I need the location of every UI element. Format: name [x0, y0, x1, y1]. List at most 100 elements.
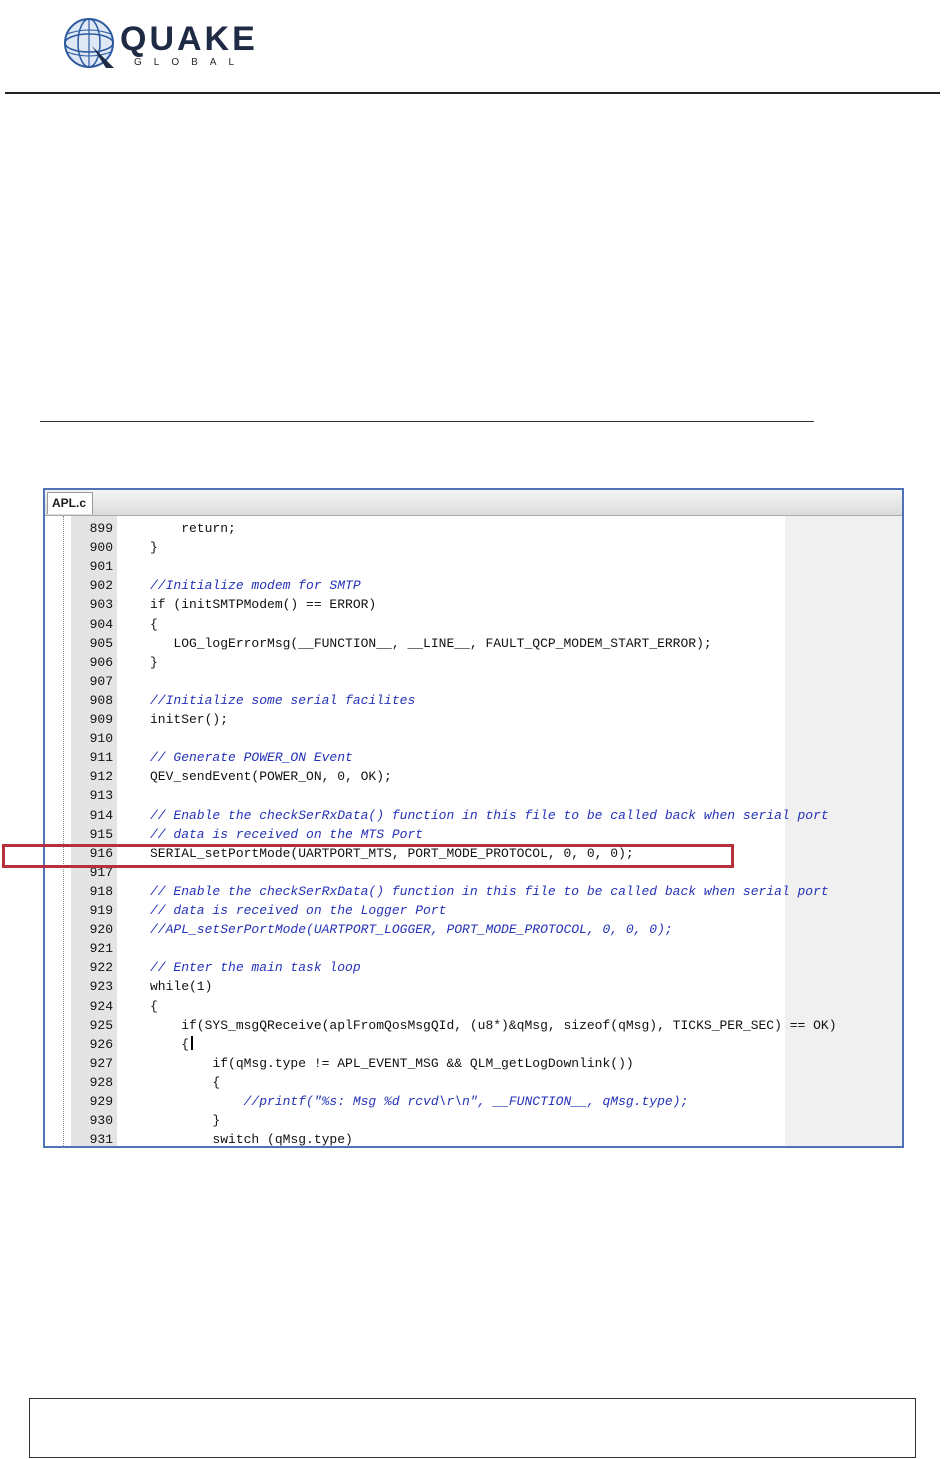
line-number: 907	[89, 673, 113, 689]
section-divider	[40, 421, 814, 422]
code-text: {	[150, 1035, 194, 1054]
tab-apl-c[interactable]: APL.c	[47, 492, 93, 514]
line-number: 922	[89, 960, 113, 976]
code-text: //printf("%s: Msg %d rcvd\r\n", __FUNCTI…	[150, 1094, 689, 1109]
line-number: 910	[89, 731, 113, 747]
line-number: 913	[89, 788, 113, 804]
code-area[interactable]: 899 return; 900} 901 902//Initialize modem …	[45, 516, 902, 1148]
editor-tab-bar: APL.c	[45, 490, 902, 516]
code-text: // data is received on the Logger Port	[150, 903, 447, 918]
line-number: 928	[89, 1074, 113, 1090]
code-text: // Enable the checkSerRxData() function …	[150, 807, 829, 823]
code-text: // Enable the checkSerRxData() function …	[150, 883, 829, 899]
line-number: 912	[89, 769, 113, 785]
code-text: // Generate POWER_ON Event	[150, 750, 353, 766]
code-line: 931 switch (qMsg.type)	[45, 1130, 902, 1148]
code-line: 908 //Initialize some serial facilites	[45, 691, 902, 710]
line-number: 904	[89, 616, 113, 632]
code-text: {	[150, 1074, 221, 1090]
line-number: 905	[89, 635, 113, 651]
code-line: 899 return;	[45, 519, 902, 538]
line-number: 909	[89, 712, 113, 727]
line-number: 929	[89, 1094, 113, 1109]
code-text: if(qMsg.type != APL_EVENT_MSG && QLM_get…	[150, 1055, 634, 1071]
line-number: 919	[89, 903, 113, 918]
line-number: 902	[89, 578, 113, 594]
code-text: QEV_sendEvent(POWER_ON, 0, OK);	[150, 769, 392, 785]
line-number: 923	[89, 979, 113, 995]
code-line: 925 if(SYS_msgQReceive(aplFromQosMsgQId,…	[45, 1016, 902, 1035]
line-number: 918	[89, 883, 113, 899]
code-line: 930 }	[45, 1111, 902, 1130]
text-cursor	[191, 1035, 194, 1050]
code-line: 915 // data is received on the MTS Port	[45, 825, 902, 844]
header-divider	[5, 92, 940, 94]
brand-name: QUAKE	[120, 20, 258, 58]
line-number: 911	[89, 750, 113, 766]
code-line: 927 if(qMsg.type != APL_EVENT_MSG && QLM…	[45, 1054, 902, 1073]
line-number: 924	[89, 998, 113, 1014]
code-text: if(SYS_msgQReceive(aplFromQosMsgQId, (u8…	[150, 1017, 837, 1033]
code-line: 922 // Enter the main task loop	[45, 958, 902, 977]
code-line: 920 //APL_setSerPortMode(UARTPORT_LOGGER,…	[45, 920, 902, 939]
code-text: }	[150, 540, 158, 556]
code-line: 911 // Generate POWER_ON Event	[45, 748, 902, 767]
code-line: 929 //printf("%s: Msg %d rcvd\r\n", __FU…	[45, 1092, 902, 1111]
code-line: 912 QEV_sendEvent(POWER_ON, 0, OK);	[45, 767, 902, 786]
code-line: 909 initSer();	[45, 710, 902, 729]
line-number: 931	[89, 1132, 113, 1148]
code-line: 907	[45, 672, 902, 691]
line-number: 900	[89, 540, 113, 556]
code-line: 926 {	[45, 1035, 902, 1054]
quake-global-logo: QUAKE GLOBAL	[62, 14, 272, 70]
line-number: 899	[89, 521, 113, 536]
code-editor-panel: APL.c 899 return; 900} 901 902//Initialize …	[43, 488, 904, 1148]
code-line: 906}	[45, 653, 902, 672]
code-text: // data is received on the MTS Port	[150, 826, 424, 842]
code-line: 904 {	[45, 615, 902, 634]
code-line: 919 // data is received on the Logger Por…	[45, 901, 902, 920]
code-line: 918 // Enable the checkSerRxData() functi…	[45, 882, 902, 901]
line-number: 901	[89, 559, 113, 575]
code-text: // Enter the main task loop	[150, 960, 361, 976]
highlight-box	[2, 844, 734, 868]
code-line: 923 while(1)	[45, 977, 902, 996]
line-number: 906	[89, 654, 113, 670]
line-number: 920	[89, 922, 113, 938]
code-text: LOG_logErrorMsg(__FUNCTION__, __LINE__, …	[150, 635, 712, 651]
code-line: 924 {	[45, 997, 902, 1016]
code-text: return;	[150, 521, 236, 536]
code-text: //Initialize modem for SMTP	[150, 578, 361, 594]
line-number: 927	[89, 1055, 113, 1071]
code-text: if (initSMTPModem() == ERROR)	[150, 597, 377, 613]
code-line: 928 {	[45, 1073, 902, 1092]
line-number: 926	[89, 1036, 113, 1052]
code-text: //APL_setSerPortMode(UARTPORT_LOGGER, PO…	[150, 922, 673, 938]
code-line: 900}	[45, 538, 902, 557]
brand-subtitle: GLOBAL	[134, 57, 247, 68]
code-line: 901	[45, 557, 902, 576]
line-number: 903	[89, 597, 113, 613]
code-text: {	[150, 616, 158, 632]
code-line: 905 LOG_logErrorMsg(__FUNCTION__, __LINE…	[45, 634, 902, 653]
code-text: //Initialize some serial facilites	[150, 692, 416, 708]
line-number: 921	[89, 941, 113, 957]
code-text: }	[150, 1113, 221, 1129]
code-text: initSer();	[150, 712, 229, 727]
code-line: 903 if (initSMTPModem() == ERROR)	[45, 595, 902, 614]
code-line: 913	[45, 786, 902, 805]
line-number: 930	[89, 1113, 113, 1129]
code-line: 902 //Initialize modem for SMTP	[45, 576, 902, 595]
code-text: switch (qMsg.type)	[150, 1132, 353, 1148]
footer-box	[29, 1398, 916, 1458]
code-line: 910	[45, 729, 902, 748]
line-number: 914	[89, 807, 113, 823]
code-line: 921	[45, 939, 902, 958]
globe-icon	[64, 18, 114, 68]
code-text: {	[150, 998, 158, 1014]
code-text: while(1)	[150, 979, 213, 995]
code-text: }	[150, 654, 158, 670]
line-number: 915	[89, 826, 113, 842]
line-number: 925	[89, 1017, 113, 1033]
line-number: 908	[89, 692, 113, 708]
